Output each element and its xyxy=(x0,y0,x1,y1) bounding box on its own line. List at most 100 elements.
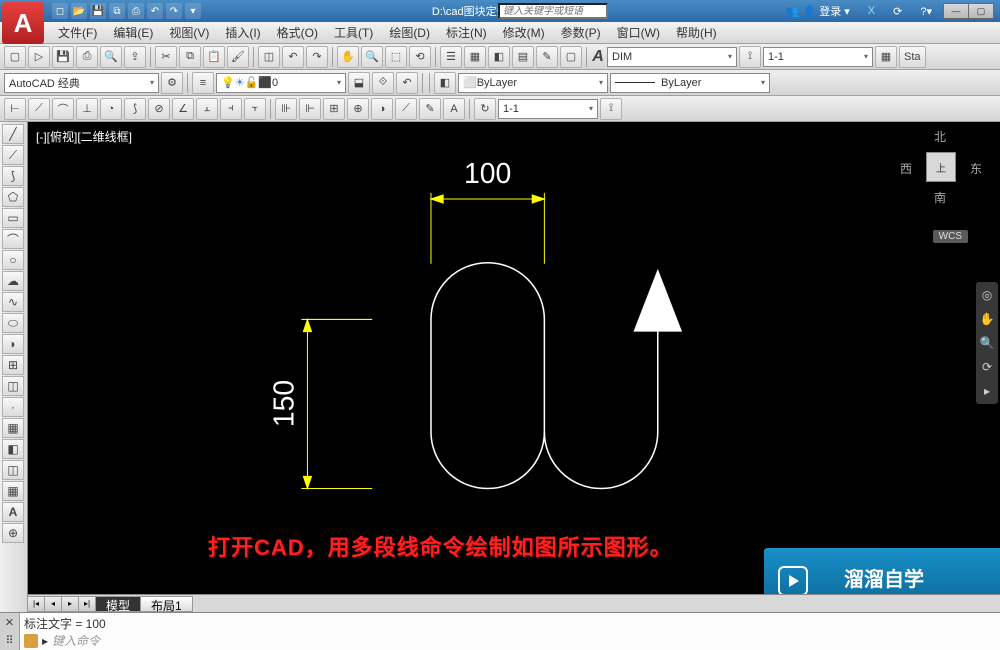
dim-break-icon[interactable]: ⊩ xyxy=(299,98,321,120)
insp-icon[interactable]: ◑ xyxy=(371,98,393,120)
tol-icon[interactable]: ⊞ xyxy=(323,98,345,120)
qat-open-icon[interactable]: 📂 xyxy=(71,3,87,19)
layerprev-icon[interactable]: ↶ xyxy=(396,72,418,94)
menu-edit[interactable]: 编辑(E) xyxy=(105,22,161,43)
ellipse-icon[interactable]: ⬭ xyxy=(2,313,24,333)
app-menu-button[interactable] xyxy=(2,2,44,44)
dim-space-icon[interactable]: ⊪ xyxy=(275,98,297,120)
region-icon[interactable]: ◫ xyxy=(2,460,24,480)
dim-ang-icon[interactable]: ∠ xyxy=(172,98,194,120)
layerprops-icon[interactable]: ≡ xyxy=(192,72,214,94)
dimstyle2-combo[interactable]: 1-1 xyxy=(498,99,598,119)
dim-jog-icon[interactable]: ⟆ xyxy=(124,98,146,120)
menu-window[interactable]: 窗口(W) xyxy=(609,22,668,43)
menu-modify[interactable]: 修改(M) xyxy=(495,22,553,43)
zoomprev-icon[interactable]: ⟲ xyxy=(409,46,431,68)
nav-wheel-icon[interactable]: ◎ xyxy=(978,286,996,304)
nav-show-icon[interactable]: ▸ xyxy=(978,382,996,400)
gradient-icon[interactable]: ◧ xyxy=(2,439,24,459)
viewcube-top[interactable]: 上 xyxy=(926,152,956,182)
qat-undo-icon[interactable]: ↶ xyxy=(147,3,163,19)
open-icon[interactable]: ▷ xyxy=(28,46,50,68)
ellipsearc-icon[interactable]: ◗ xyxy=(2,334,24,354)
layer-combo[interactable]: 💡☀🔓⬛ 0 xyxy=(216,73,346,93)
revcloud-icon[interactable]: ☁ xyxy=(2,271,24,291)
redo2-icon[interactable]: ↷ xyxy=(306,46,328,68)
menu-format[interactable]: 格式(O) xyxy=(269,22,326,43)
viewcube-s[interactable]: 南 xyxy=(934,189,946,206)
menu-file[interactable]: 文件(F) xyxy=(50,22,105,43)
publish-icon[interactable]: ⇪ xyxy=(124,46,146,68)
sta-button[interactable]: Sta xyxy=(899,46,926,68)
cmd-handle-icon[interactable]: ⠿ xyxy=(0,632,19,650)
tab-last-icon[interactable]: ▸| xyxy=(78,596,96,612)
plot-icon[interactable]: ⎙ xyxy=(76,46,98,68)
linetype-combo[interactable]: ByLayer xyxy=(610,73,770,93)
jogline-icon[interactable]: ⟋ xyxy=(395,98,417,120)
arc-icon[interactable]: ⌒ xyxy=(2,229,24,249)
dimupdate-icon[interactable]: ↻ xyxy=(474,98,496,120)
menu-tools[interactable]: 工具(T) xyxy=(326,22,381,43)
cut-icon[interactable]: ✂ xyxy=(155,46,177,68)
dimstyle-combo[interactable]: 1-1 xyxy=(763,47,873,67)
nav-pan-icon[interactable]: ✋ xyxy=(978,310,996,328)
props-icon[interactable]: ☰ xyxy=(440,46,462,68)
textstyle-combo[interactable]: DIM xyxy=(607,47,737,67)
dimstyle-icon[interactable]: ⟟ xyxy=(739,46,761,68)
qat-save-icon[interactable]: 💾 xyxy=(90,3,106,19)
stay-connected-icon[interactable]: ⟳ xyxy=(887,2,908,20)
tab-model[interactable]: 模型 xyxy=(95,596,141,612)
point-icon[interactable]: · xyxy=(2,397,24,417)
qat-new-icon[interactable]: ◻ xyxy=(52,3,68,19)
pan-icon[interactable]: ✋ xyxy=(337,46,359,68)
polygon-icon[interactable]: ⬠ xyxy=(2,187,24,207)
addsel-icon[interactable]: ⊕ xyxy=(2,523,24,543)
block-icon[interactable]: ◫ xyxy=(258,46,280,68)
dim-ord-icon[interactable]: ⊥ xyxy=(76,98,98,120)
layerstate-icon[interactable]: ⬓ xyxy=(348,72,370,94)
maximize-button[interactable]: ▢ xyxy=(968,3,994,19)
hatch-icon[interactable]: ▦ xyxy=(2,418,24,438)
menu-dimension[interactable]: 标注(N) xyxy=(438,22,495,43)
new-icon[interactable]: ▢ xyxy=(4,46,26,68)
mtext-icon[interactable]: A xyxy=(2,502,24,522)
dim-dia-icon[interactable]: ⊘ xyxy=(148,98,170,120)
textstyle-icon[interactable]: A xyxy=(591,47,605,67)
menu-insert[interactable]: 插入(I) xyxy=(217,22,268,43)
xline-icon[interactable]: ⟋ xyxy=(2,145,24,165)
dimstylemgr-icon[interactable]: ⟟ xyxy=(600,98,622,120)
minimize-button[interactable]: — xyxy=(943,3,969,19)
qat-print-icon[interactable]: ⎙ xyxy=(128,3,144,19)
nav-orbit-icon[interactable]: ⟳ xyxy=(978,358,996,376)
spline-icon[interactable]: ∿ xyxy=(2,292,24,312)
drawing-canvas[interactable]: [-][俯视][二维线框] 100 150 xyxy=(28,122,1000,612)
command-input[interactable]: ▸ 键入命令 xyxy=(24,632,996,649)
tab-prev-icon[interactable]: ◂ xyxy=(44,596,62,612)
signin-button[interactable]: 👥👤登录▾ xyxy=(780,2,856,20)
circle-icon[interactable]: ○ xyxy=(2,250,24,270)
pline-icon[interactable]: ⟆ xyxy=(2,166,24,186)
undo2-icon[interactable]: ↶ xyxy=(282,46,304,68)
dimtedit-icon[interactable]: A xyxy=(443,98,465,120)
qat-saveas-icon[interactable]: ⧉ xyxy=(109,3,125,19)
block-icon[interactable]: ◫ xyxy=(2,376,24,396)
rect-icon[interactable]: ▭ xyxy=(2,208,24,228)
tab-layout1[interactable]: 布局1 xyxy=(140,596,193,612)
colorpick-icon[interactable]: ◧ xyxy=(434,72,456,94)
ssm-icon[interactable]: ▤ xyxy=(512,46,534,68)
ws-settings-icon[interactable]: ⚙ xyxy=(161,72,183,94)
cen-icon[interactable]: ⊕ xyxy=(347,98,369,120)
viewcube-w[interactable]: 西 xyxy=(900,160,912,177)
tp-icon[interactable]: ◧ xyxy=(488,46,510,68)
zoomwin-icon[interactable]: ⬚ xyxy=(385,46,407,68)
tablestyle-icon[interactable]: ▦ xyxy=(875,46,897,68)
paste-icon[interactable]: 📋 xyxy=(203,46,225,68)
dim-linear-icon[interactable]: ⊢ xyxy=(4,98,26,120)
menu-parametric[interactable]: 参数(P) xyxy=(553,22,609,43)
wcs-badge[interactable]: WCS xyxy=(933,230,968,243)
save-icon[interactable]: 💾 xyxy=(52,46,74,68)
zoom-icon[interactable]: 🔍 xyxy=(361,46,383,68)
table-icon[interactable]: ▦ xyxy=(2,481,24,501)
dim-base-icon[interactable]: ⫞ xyxy=(220,98,242,120)
layermatch-icon[interactable]: ⟐ xyxy=(372,72,394,94)
